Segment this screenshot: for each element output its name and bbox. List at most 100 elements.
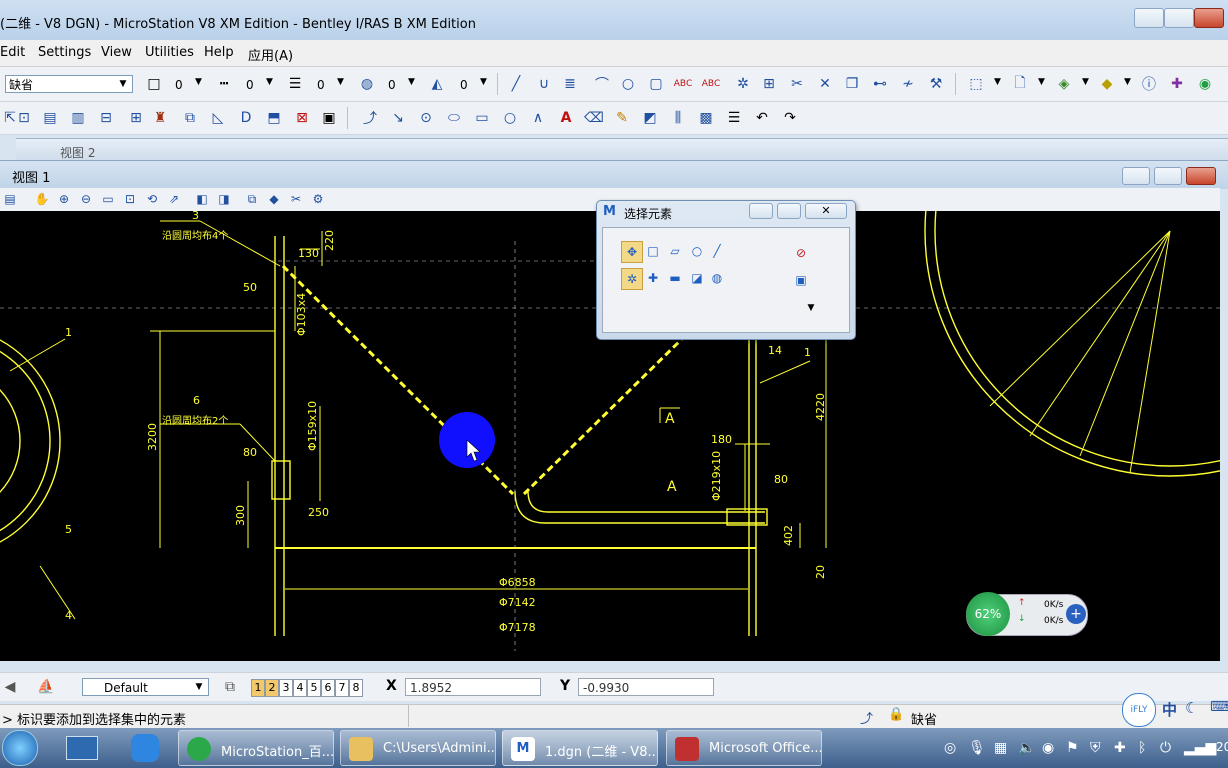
- menu-application[interactable]: 应用(A): [248, 45, 293, 64]
- menu-view[interactable]: View: [101, 45, 132, 60]
- view-number-7[interactable]: 7: [335, 679, 349, 697]
- menu-utilities[interactable]: Utilities: [145, 45, 194, 60]
- document-icon[interactable]: 🗋: [1010, 74, 1030, 94]
- close-button[interactable]: [1194, 8, 1224, 28]
- camera-icon[interactable]: ⚙: [308, 189, 328, 209]
- copy-view-icon[interactable]: ⧉: [242, 189, 262, 209]
- film-icon[interactable]: ▦: [994, 740, 1007, 756]
- dialog-minimize-button[interactable]: [749, 203, 773, 219]
- chevron-down-icon[interactable]: ▼: [1082, 77, 1089, 87]
- fence-icon[interactable]: ⊡: [14, 108, 34, 128]
- tools-icon[interactable]: ⚒: [926, 74, 946, 94]
- add-mode-icon[interactable]: ✚: [643, 268, 663, 288]
- view-2-window[interactable]: 视图 2: [16, 138, 1228, 161]
- flag-icon[interactable]: ⚑: [1066, 740, 1079, 756]
- pan-view-icon[interactable]: ⇗: [164, 189, 184, 209]
- view-minimize-button[interactable]: [1122, 167, 1150, 185]
- individual-selection-icon[interactable]: ✥: [621, 241, 643, 263]
- bluetooth-icon[interactable]: ᛒ: [1138, 740, 1146, 756]
- desktop-icon[interactable]: [66, 736, 98, 760]
- view-number-3[interactable]: 3: [279, 679, 293, 697]
- microphone-icon[interactable]: 🎙: [968, 740, 986, 756]
- view-cube-icon[interactable]: ⬚: [966, 74, 986, 94]
- delete-icon[interactable]: ⊠: [292, 108, 312, 128]
- block-selection-icon[interactable]: □: [643, 241, 663, 261]
- taskbar-item-dgn[interactable]: M 1.dgn (二维 - V8...: [502, 730, 658, 766]
- select-by-attributes-icon[interactable]: ▣: [791, 270, 811, 290]
- view-number-4[interactable]: 4: [293, 679, 307, 697]
- start-button[interactable]: [2, 730, 38, 766]
- shield-icon[interactable]: ⛨: [1090, 740, 1101, 756]
- priority-icon[interactable]: ◭: [427, 74, 447, 94]
- trim-icon[interactable]: ✂: [787, 74, 807, 94]
- image-icon[interactable]: ▣: [319, 108, 339, 128]
- plus-tray-icon[interactable]: ✚: [1114, 740, 1126, 756]
- chevron-down-icon[interactable]: ▼: [408, 77, 415, 87]
- dialog-close-button[interactable]: ✕: [805, 203, 847, 219]
- ifly-tray-icon[interactable]: ◎: [944, 740, 956, 756]
- view-number-2[interactable]: 2: [265, 679, 279, 697]
- network-speed-widget[interactable]: 62% ↑ ↓ 0K/s 0K/s +: [966, 592, 1090, 636]
- rotate-view-icon[interactable]: ⟲: [142, 189, 162, 209]
- align-icon[interactable]: ☰: [724, 108, 744, 128]
- view-groups-icon[interactable]: ⧉: [220, 677, 240, 697]
- chevron-down-icon[interactable]: ▼: [266, 77, 273, 87]
- subtract-mode-icon[interactable]: ▬: [665, 268, 685, 288]
- circle-icon[interactable]: ○: [500, 108, 520, 128]
- snap-mode-icon[interactable]: ⤴: [860, 708, 873, 727]
- display-style-icon[interactable]: ◆: [264, 189, 284, 209]
- globe-icon[interactable]: ◍: [357, 74, 377, 94]
- undo-icon[interactable]: ↶: [752, 108, 772, 128]
- snap-icon[interactable]: ✲: [733, 74, 753, 94]
- y-coordinate-field[interactable]: -0.9930: [578, 678, 714, 696]
- measure-distance-icon[interactable]: ⬒: [264, 108, 284, 128]
- update-view-icon[interactable]: ✋: [32, 189, 52, 209]
- text-rotate-icon[interactable]: ABC: [673, 74, 693, 94]
- view-number-1[interactable]: 1: [251, 679, 265, 697]
- x-coordinate-field[interactable]: 1.8952: [405, 678, 541, 696]
- menu-help[interactable]: Help: [204, 45, 234, 60]
- circle-tool-icon[interactable]: ○: [618, 74, 638, 94]
- view-next-icon[interactable]: ◨: [214, 189, 234, 209]
- deselect-all-icon[interactable]: ⊘: [791, 243, 811, 263]
- box-tool-icon[interactable]: ▢: [646, 74, 666, 94]
- taskbar-item-microstation[interactable]: MicroStation_百...: [178, 730, 334, 766]
- view-close-button[interactable]: [1186, 167, 1216, 185]
- view-attributes-icon[interactable]: ▤: [0, 189, 20, 209]
- point-icon[interactable]: ↘: [388, 108, 408, 128]
- menu-settings[interactable]: Settings: [38, 45, 91, 60]
- maximize-button[interactable]: [1164, 8, 1194, 28]
- line-weight-icon[interactable]: ☰: [285, 74, 305, 94]
- zoom-out-icon[interactable]: ⊖: [76, 189, 96, 209]
- pen-app-icon[interactable]: [131, 734, 159, 762]
- copy-icon[interactable]: ❐: [842, 74, 862, 94]
- zoom-in-icon[interactable]: ⊕: [54, 189, 74, 209]
- circle-selection-icon[interactable]: ○: [687, 241, 707, 261]
- back-icon[interactable]: ◀: [0, 677, 20, 697]
- view-number-8[interactable]: 8: [349, 679, 363, 697]
- minimize-button[interactable]: [1134, 8, 1164, 28]
- green-app-icon[interactable]: ◉: [1042, 740, 1054, 756]
- redo-icon[interactable]: ↷: [780, 108, 800, 128]
- dimension-icon[interactable]: ◺: [208, 108, 228, 128]
- new-selection-icon[interactable]: ✲: [621, 268, 643, 290]
- group-icon[interactable]: ⊟: [96, 108, 116, 128]
- view-previous-icon[interactable]: ◧: [192, 189, 212, 209]
- stack-tool-icon[interactable]: ≣: [560, 74, 580, 94]
- chevron-down-icon[interactable]: ▼: [337, 77, 344, 87]
- taskbar-item-office[interactable]: Microsoft Office...: [666, 730, 822, 766]
- power-icon[interactable]: ⏻: [1160, 740, 1171, 756]
- line-tool-icon[interactable]: ╱: [506, 74, 526, 94]
- rectangle-icon[interactable]: ▭: [472, 108, 492, 128]
- view-maximize-button[interactable]: [1154, 167, 1182, 185]
- d-shape-icon[interactable]: D: [236, 108, 256, 128]
- clip-volume-icon[interactable]: ✂: [286, 189, 306, 209]
- tool-settings-icon[interactable]: ⛵: [36, 677, 56, 697]
- polyline-icon[interactable]: ∧: [528, 108, 548, 128]
- curve-tool-icon[interactable]: ∪: [534, 74, 554, 94]
- settings-icon[interactable]: ✚: [1167, 74, 1187, 94]
- modify-icon[interactable]: ▥: [68, 108, 88, 128]
- chevron-down-icon[interactable]: ▼: [1038, 77, 1045, 87]
- line-selection-icon[interactable]: ╱: [707, 241, 727, 261]
- volume-icon[interactable]: 🔈: [1018, 740, 1035, 756]
